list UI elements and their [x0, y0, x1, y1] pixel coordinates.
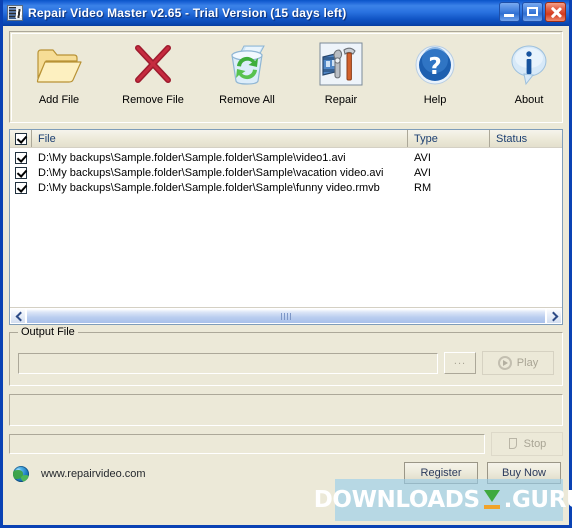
maximize-button[interactable] — [522, 2, 543, 22]
file-list[interactable]: File Type Status D:\My backups\Sample.fo… — [9, 129, 563, 325]
remove-all-button[interactable]: Remove All — [200, 39, 294, 106]
add-file-label: Add File — [38, 94, 80, 106]
row-checkbox-cell[interactable] — [10, 181, 32, 194]
column-header-status[interactable]: Status — [490, 130, 562, 147]
stop-button[interactable]: Stop — [491, 432, 563, 456]
window-controls — [499, 2, 566, 22]
row-file-path: D:\My backups\Sample.folder\Sample.folde… — [38, 181, 380, 194]
help-label: Help — [423, 94, 447, 106]
output-path-input[interactable] — [18, 352, 438, 374]
repair-label: Repair — [324, 94, 358, 106]
row-checkbox[interactable] — [15, 166, 27, 179]
browse-button[interactable]: ... — [444, 352, 476, 374]
remove-all-label: Remove All — [219, 94, 275, 106]
play-button[interactable]: Play — [482, 351, 554, 375]
stop-icon — [508, 437, 519, 451]
about-button[interactable]: About — [482, 39, 572, 106]
horizontal-scrollbar[interactable] — [10, 307, 562, 324]
play-icon — [497, 356, 512, 370]
minimize-button[interactable] — [499, 2, 520, 22]
scrollbar-track[interactable] — [26, 308, 546, 324]
table-row[interactable]: D:\My backups\Sample.folder\Sample.folde… — [10, 180, 562, 195]
window-title: Repair Video Master v2.65 - Trial Versio… — [28, 6, 347, 20]
remove-file-label: Remove File — [122, 94, 184, 106]
column-header-file[interactable]: File — [32, 130, 408, 147]
scrollbar-thumb[interactable] — [26, 308, 546, 324]
table-row[interactable]: D:\My backups\Sample.folder\Sample.folde… — [10, 165, 562, 180]
column-header-type[interactable]: Type — [408, 130, 490, 147]
chevron-right-icon[interactable] — [546, 308, 562, 324]
stop-label: Stop — [523, 438, 547, 450]
progress-bar — [9, 434, 485, 454]
remove-file-button[interactable]: Remove File — [106, 39, 200, 106]
output-file-group: Output File ... Play — [9, 326, 563, 386]
chevron-left-icon[interactable] — [10, 308, 26, 324]
buy-now-button[interactable]: Buy Now — [487, 462, 561, 484]
footer-buttons: Register Buy Now — [404, 462, 561, 484]
file-list-header: File Type Status — [10, 130, 562, 148]
website-link[interactable]: www.repairvideo.com — [41, 468, 146, 480]
row-checkbox-cell[interactable] — [10, 151, 32, 164]
about-label: About — [514, 94, 544, 106]
row-checkbox-cell[interactable] — [10, 166, 32, 179]
open-folder-icon — [36, 39, 82, 91]
repair-button[interactable]: Repair — [294, 39, 388, 106]
row-checkbox[interactable] — [15, 151, 27, 164]
file-list-body: D:\My backups\Sample.folder\Sample.folde… — [10, 148, 562, 307]
select-all-checkbox[interactable] — [14, 132, 27, 145]
info-bubble-icon — [507, 39, 551, 91]
client-area: Add File Remove File Remove All Repair ?… — [3, 26, 569, 525]
toolbar-panel: Add File Remove File Remove All Repair ?… — [9, 31, 563, 123]
select-all-header[interactable] — [10, 130, 32, 147]
red-cross-icon — [130, 39, 176, 91]
close-button[interactable] — [545, 2, 566, 22]
add-file-button[interactable]: Add File — [12, 39, 106, 106]
help-button[interactable]: ? Help — [388, 39, 482, 106]
footer-bar: www.repairvideo.com Register Buy Now — [9, 461, 563, 487]
row-file-path: D:\My backups\Sample.folder\Sample.folde… — [38, 166, 384, 179]
svg-text:?: ? — [428, 54, 441, 80]
title-bar: Repair Video Master v2.65 - Trial Versio… — [3, 0, 569, 26]
progress-row: Stop — [9, 432, 563, 456]
row-file-path: D:\My backups\Sample.folder\Sample.folde… — [38, 151, 346, 164]
row-checkbox[interactable] — [15, 181, 27, 194]
repair-tools-icon — [318, 39, 364, 91]
row-file-type: AVI — [414, 151, 431, 164]
output-file-group-title: Output File — [18, 326, 78, 338]
register-button[interactable]: Register — [404, 462, 478, 484]
app-icon — [7, 5, 23, 21]
recycle-bin-icon — [224, 39, 270, 91]
play-label: Play — [516, 357, 539, 369]
table-row[interactable]: D:\My backups\Sample.folder\Sample.folde… — [10, 150, 562, 165]
status-panel — [9, 394, 563, 426]
row-file-type: AVI — [414, 166, 431, 179]
row-file-type: RM — [414, 181, 432, 194]
globe-icon — [13, 466, 29, 482]
question-mark-icon: ? — [413, 39, 457, 91]
application-window: Repair Video Master v2.65 - Trial Versio… — [0, 0, 572, 528]
